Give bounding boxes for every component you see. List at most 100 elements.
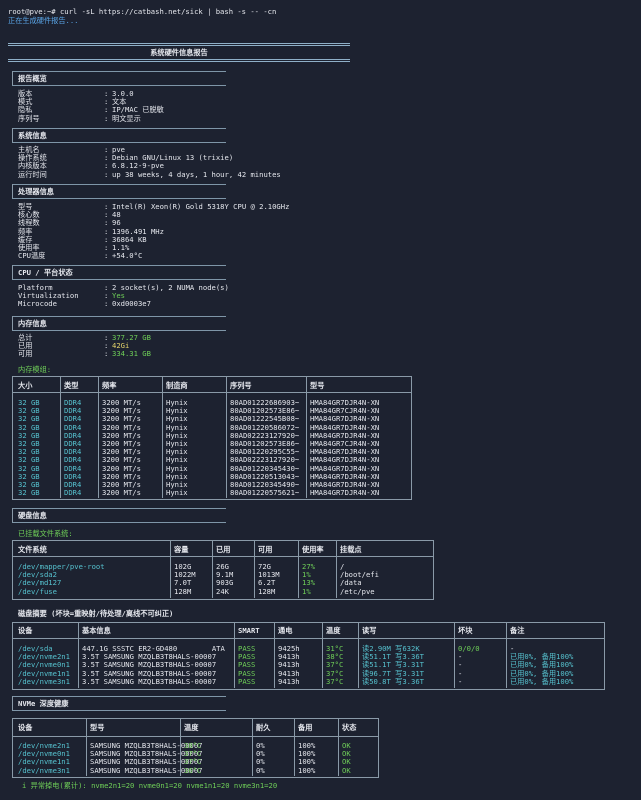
filesystem-col-sep [254, 541, 255, 598]
nvme-title: NVMe 深度健康 [18, 699, 69, 708]
system-title: 系统信息 [18, 131, 47, 140]
disk-summary-col-sep [322, 623, 323, 688]
disk-top-rule [12, 508, 226, 509]
nvme-row-cell: 36°C [184, 765, 202, 775]
disk-summary-cell: 读50.8T 写3.36T [362, 676, 424, 686]
cpu-left-rule [12, 184, 13, 198]
nvme-col-sep [294, 719, 295, 776]
nvme-col-sep [252, 719, 253, 776]
platform-value: 0xd0003e7 [112, 299, 151, 309]
memory-value: 334.31 GB [112, 349, 151, 359]
nvme-row-header: 型号 [90, 723, 105, 732]
filesystem-cell: /dev/fuse [18, 586, 57, 596]
disk-summary-col-sep [274, 623, 275, 688]
disk-bottom-rule [12, 522, 226, 523]
filesystem-col-sep [336, 541, 337, 598]
filesystem-header: 挂载点 [340, 545, 362, 554]
memory-module-cell: DDR4 [64, 488, 82, 498]
nvme-header-separator [12, 736, 378, 737]
memory-modules-label: 内存模组: [18, 365, 52, 374]
system-value: up 38 weeks, 4 days, 1 hour, 42 minutes [112, 169, 281, 179]
platform-title: CPU / 平台状态 [18, 268, 73, 277]
memory-module-header: 类型 [64, 381, 79, 390]
filesystem-cell: /etc/pve [340, 586, 375, 596]
nvme-row-cell: 0% [256, 765, 265, 775]
memory-bottom-rule [12, 330, 226, 331]
filesystem-cell: 128M [174, 586, 192, 596]
memory-table-header-separator [12, 392, 411, 393]
memory-label: 可用 [18, 349, 33, 359]
platform-sep: : [104, 299, 109, 309]
platform-bottom-rule [12, 279, 226, 280]
disk-summary-header: 基本信息 [82, 626, 111, 635]
overview-bottom-rule [12, 85, 226, 86]
nvme-row-cell: 100% [298, 765, 316, 775]
disk-summary-col-sep [358, 623, 359, 688]
cpu-sep: : [104, 251, 109, 261]
disk-summary-col-sep [78, 623, 79, 688]
nvme-row-header: 备用 [298, 723, 313, 732]
platform-label: Microcode [18, 299, 57, 309]
disk-summary-cell: 9413h [278, 676, 300, 686]
nvme-row-cell: /dev/nvme3n1 [18, 765, 70, 775]
overview-top-rule [12, 71, 226, 72]
disk-summary-header: 温度 [326, 626, 341, 635]
memory-module-cell: 80AD01220575621~ [230, 488, 300, 498]
generating-status: 正在生成硬件报告... [8, 16, 79, 25]
memory-table-col-sep [162, 377, 163, 498]
overview-value: 明文显示 [112, 113, 141, 123]
memory-module-cell: 3200 MT/s [102, 488, 141, 498]
cpu-label: CPU温度 [18, 251, 46, 261]
nvme-row-header: 温度 [184, 723, 199, 732]
cpu-top-rule [12, 184, 226, 185]
mounted-fs-label: 已挂载文件系统: [18, 529, 73, 538]
shell-prompt: root@pve:~# [8, 7, 56, 16]
cpu-bottom-rule [12, 198, 226, 199]
filesystem-col-sep [170, 541, 171, 598]
disk-summary-cell: PASS [238, 676, 256, 686]
disk-title: 硬盘信息 [18, 511, 47, 520]
disk-summary-col-sep [234, 623, 235, 688]
cpu-value: +54.0°C [112, 251, 143, 261]
disk-summary-cell: 3.5T SAMSUNG MZQLB3T8HALS-00007 [82, 676, 217, 686]
nvme-bottom-rule [12, 710, 226, 711]
report-title: 系统硬件信息报告 [150, 48, 208, 57]
nvme-row-header: 耐久 [256, 723, 271, 732]
nvme-col-sep [180, 719, 181, 776]
memory-module-header: 频率 [102, 381, 117, 390]
memory-table-col-sep [98, 377, 99, 498]
shell-command: curl -sL https://catbash.net/sick | bash… [59, 7, 277, 16]
filesystem-header-separator [12, 556, 433, 557]
system-label: 运行时间 [18, 169, 47, 179]
memory-sep: : [104, 349, 109, 359]
filesystem-header: 文件系统 [18, 545, 47, 554]
filesystem-cell: 1% [302, 586, 311, 596]
filesystem-header: 容量 [174, 545, 189, 554]
memory-title: 内存信息 [18, 319, 47, 328]
disk-summary-col-sep [506, 623, 507, 688]
nvme-row-header: 设备 [18, 723, 33, 732]
disk-summary-cell: /dev/nvme3n1 [18, 676, 70, 686]
memory-module-cell: HMA84GR7DJR4N-XN [310, 488, 380, 498]
filesystem-header: 已用 [216, 545, 231, 554]
memory-module-header: 型号 [310, 381, 325, 390]
memory-table-col-sep [60, 377, 61, 498]
platform-top-rule [12, 265, 226, 266]
nvme-row-header: 状态 [342, 723, 357, 732]
disk-summary-cell: - [458, 676, 463, 686]
cpu-title: 处理器信息 [18, 187, 54, 196]
nvme-top-rule [12, 696, 226, 697]
cpu-value: Intel(R) Xeon(R) Gold 5318Y CPU @ 2.10GH… [112, 202, 290, 211]
terminal-command-line: root@pve:~# curl -sL https://catbash.net… [8, 7, 277, 16]
filesystem-header: 可用 [258, 545, 273, 554]
disk-summary-header: 坏块 [458, 626, 473, 635]
disk-summary-header-separator [12, 638, 604, 639]
overview-left-rule [12, 71, 13, 85]
memory-table-col-sep [226, 377, 227, 498]
title-divider-top [8, 43, 350, 46]
memory-module-header: 制造商 [166, 381, 188, 390]
power-loss-note: i 异常掉电(累计): nvme2n1=20 nvme0n1=20 nvme1n… [22, 781, 278, 790]
filesystem-cell: 128M [258, 586, 276, 596]
platform-value: 2 socket(s), 2 NUMA node(s) [112, 283, 229, 292]
memory-module-header: 序列号 [230, 381, 252, 390]
